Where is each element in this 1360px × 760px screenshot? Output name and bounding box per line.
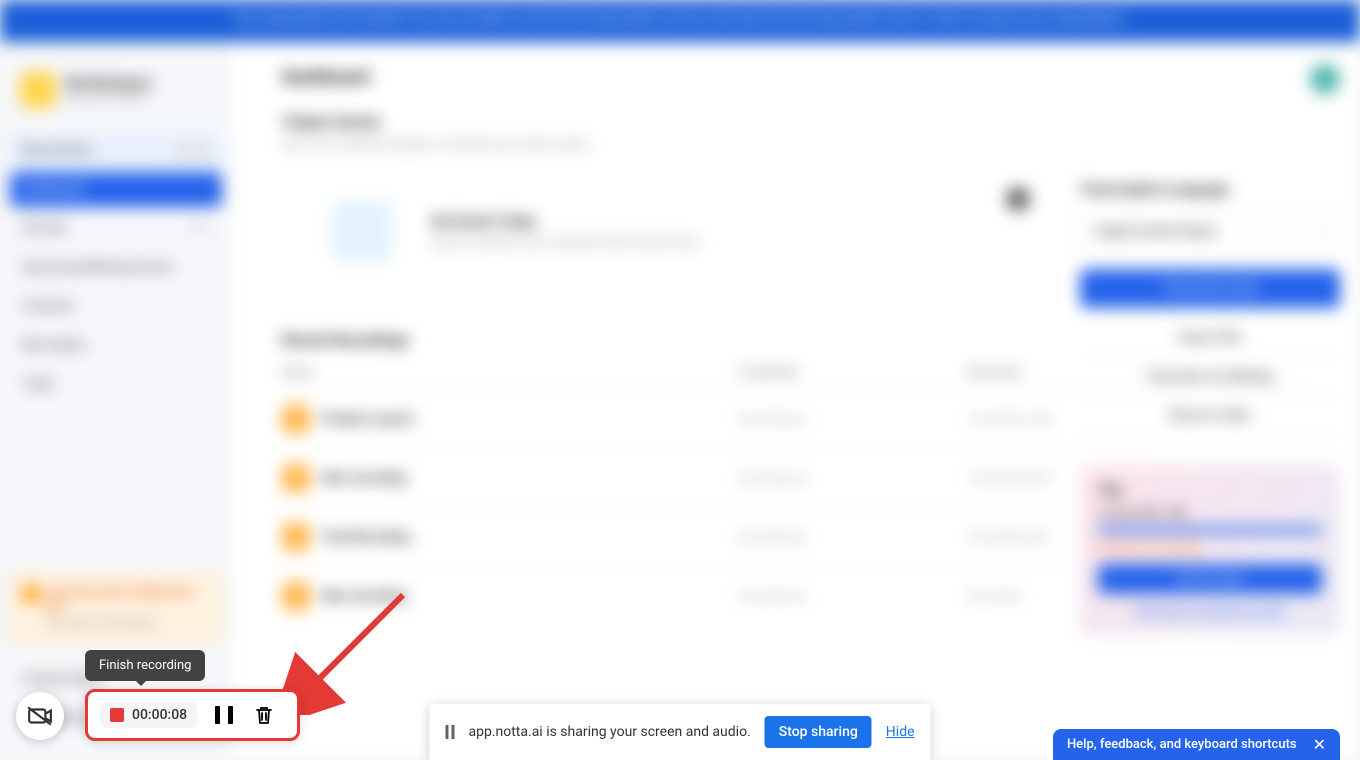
pause-button[interactable] [215,706,233,724]
record-video-button[interactable]: Record a Video [1080,396,1340,435]
calendar-empty-icon [332,201,392,261]
banner-text: Your subscription has expired. You are n… [233,12,1126,27]
avatar[interactable] [1310,64,1340,94]
usage-bar [1098,527,1322,533]
language-select[interactable]: English (United States) › [1080,213,1340,249]
camera-toggle-button[interactable] [16,692,64,740]
chevron-down-icon: › [1321,224,1325,238]
finish-recording-button[interactable]: 00:00:08 [100,702,197,728]
sidebar-item-trash[interactable]: Trash [10,367,222,402]
transcribe-audio-button[interactable]: Transcribe Audio [1080,269,1340,308]
file-icon [282,464,310,492]
sidebar-item-contacts[interactable]: Contacts [10,289,222,324]
sidebar-item-all-files[interactable]: All Files + › [10,211,222,246]
sharing-text: app.notta.ai is sharing your screen and … [468,724,750,740]
sidebar-item-upcoming-events[interactable]: Upcoming Meeting Events [10,250,222,285]
help-feedback-button[interactable]: Help, feedback, and keyboard shortcuts ✕ [1053,729,1340,760]
workspace-icon [20,72,56,108]
workspace-name: My Workspace [66,76,152,91]
screen-sharing-notice: app.notta.ai is sharing your screen and … [429,704,930,760]
no-events-title: No Events Today [432,214,700,230]
promo-card[interactable]: 3-day free trial for Without the ads Unl… [10,573,222,642]
recording-control-bar: 00:00:08 [85,689,300,741]
file-icon [282,582,310,610]
subscription-banner[interactable]: Your subscription has expired. You are n… [0,0,1360,42]
workspace-subtitle: Personal Version [66,91,152,104]
close-icon[interactable]: ✕ [1313,735,1326,754]
sidebar-item-dashboard[interactable]: Dashboard [10,172,222,207]
sidebar-item-folders[interactable]: My Folders [10,328,222,363]
right-panel: Transcription Language English (United S… [1070,182,1350,635]
tooltip-finish-recording: Finish recording [85,650,205,681]
recording-timer: 00:00:08 [132,707,187,723]
workspace-selector[interactable]: My Workspace Personal Version [10,62,222,118]
main-content: Dashboard Today's Events Sync your calen… [232,42,1360,760]
hide-link[interactable]: Hide [886,724,915,740]
file-icon [282,405,310,433]
file-icon [282,523,310,551]
transcribe-live-button[interactable]: Transcribe Live Meeting [1080,357,1340,396]
stop-sharing-button[interactable]: Stop sharing [765,716,872,748]
refresh-icon[interactable] [1006,187,1030,211]
import-files-button[interactable]: Import Files [1080,318,1340,357]
manage-plan-link[interactable]: Click here to manage your plan [1098,604,1322,617]
get-pro-button[interactable]: Get Pro Plan [1098,564,1322,594]
page-title: Dashboard [282,67,1310,88]
record-toggle-icons: ⬜ ⬜ [174,143,210,158]
camera-off-icon [27,705,53,727]
stop-icon [110,708,124,722]
gift-icon [23,586,39,602]
events-section-subtitle: Sync your calendar (Google or Outlook) a… [282,137,1310,151]
transcription-language-label: Transcription Language [1080,182,1340,198]
record-now-button[interactable]: Record Now ⬜ ⬜ [10,133,222,168]
tips-card: Tips January 600 / 600 Storage was updat… [1080,465,1340,635]
pause-icon [445,725,454,739]
no-events-subtitle: Events created in your calendar will be … [432,235,700,249]
pause-icon [215,706,220,724]
tips-title: Tips [1098,483,1322,498]
delete-recording-button[interactable] [255,705,273,725]
events-section-title: Today's Events [282,113,1310,131]
